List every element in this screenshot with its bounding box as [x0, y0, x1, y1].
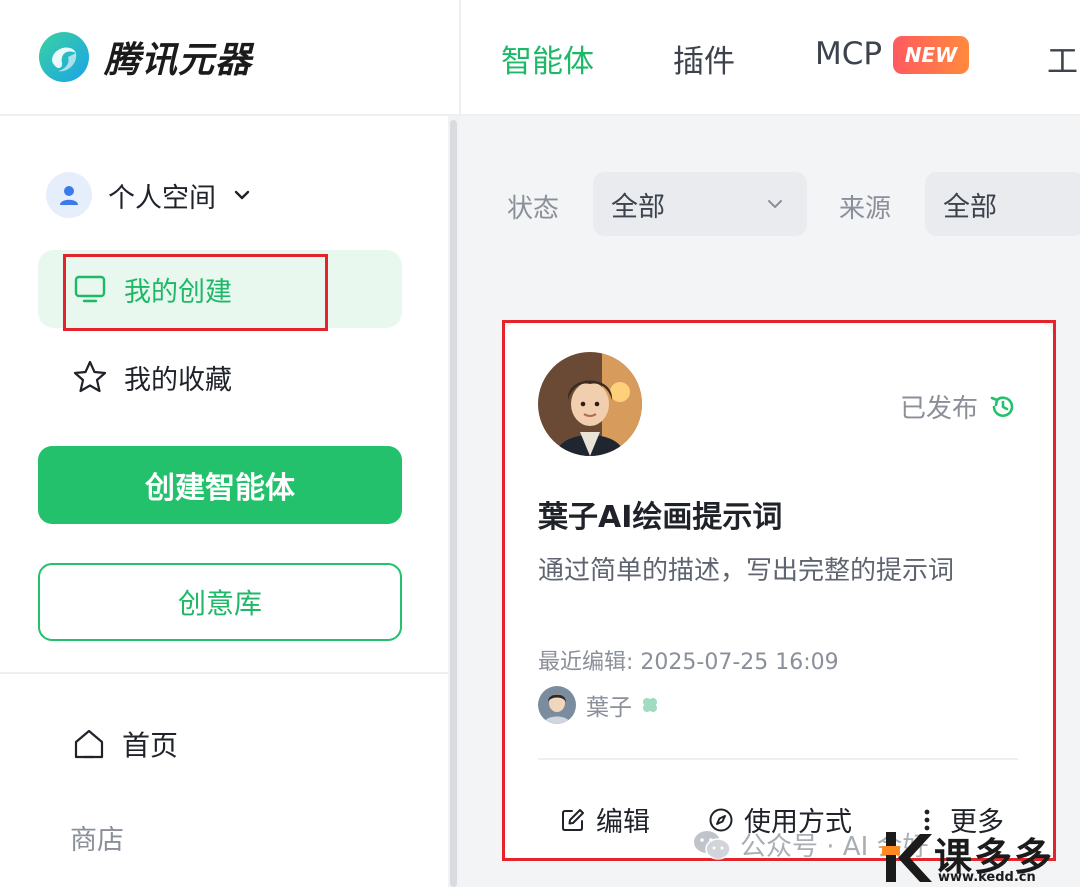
user-avatar: [46, 172, 92, 218]
tab-mcp[interactable]: MCP: [815, 36, 882, 72]
source-filter-label: 来源: [839, 194, 892, 224]
brand-name: 腾讯元器: [104, 40, 253, 81]
status-text: 已发布: [899, 394, 978, 424]
create-agent-button[interactable]: 创建智能体: [38, 446, 402, 524]
agent-avatar: [538, 352, 642, 456]
kedd-logo-url: www.kedd.cn: [938, 870, 1036, 885]
edit-button[interactable]: 编辑: [560, 800, 650, 839]
sidebar: 腾讯元器 个人空间 我的创建 我的收藏 创建智能体 创意库 首页 商店: [0, 0, 459, 887]
kedd-logo-icon: [882, 832, 932, 882]
author-avatar: [538, 686, 576, 724]
tencent-yuanqi-logo-icon[interactable]: [38, 31, 90, 83]
idea-library-button[interactable]: 创意库: [38, 563, 402, 641]
status-filter-select[interactable]: 全部: [593, 172, 807, 236]
tab-tools[interactable]: 工: [1047, 36, 1078, 81]
source-filter-value: 全部: [943, 191, 997, 223]
user-icon: [60, 186, 78, 205]
sidebar-item-my-creations[interactable]: 我的创建: [38, 250, 402, 328]
tab-plugins[interactable]: 插件: [673, 36, 735, 81]
sidebar-divider: [0, 672, 448, 674]
sidebar-scrollbar[interactable]: [450, 120, 457, 887]
home-icon: [74, 729, 104, 759]
top-nav: 智能体 插件 MCP NEW 工: [459, 0, 1080, 116]
publish-status: 已发布: [900, 388, 1018, 425]
sidebar-item-label: 我的创建: [124, 276, 232, 308]
source-filter-select[interactable]: 全部: [925, 172, 1080, 236]
sidebar-item-my-favorites[interactable]: 我的收藏: [38, 338, 402, 416]
sidebar-item-home[interactable]: 首页: [72, 724, 178, 764]
agent-author: 葉子: [538, 686, 660, 724]
wechat-icon: [694, 830, 731, 860]
chevron-down-icon: [768, 200, 782, 208]
clover-icon: [643, 698, 657, 712]
agent-card[interactable]: 已发布 葉子AI绘画提示词 通过简单的描述，写出完整的提示词 最近编辑: 202…: [502, 322, 1054, 862]
edit-icon: [562, 808, 584, 831]
space-switcher[interactable]: 个人空间: [46, 172, 252, 218]
status-filter-value: 全部: [611, 191, 665, 223]
filter-bar: 状态 全部 来源 全部: [459, 172, 1080, 236]
author-name: 葉子: [586, 695, 632, 721]
status-filter-label: 状态: [507, 194, 560, 224]
history-icon[interactable]: [988, 392, 1018, 422]
chevron-down-icon: [234, 190, 250, 200]
agent-description: 通过简单的描述，写出完整的提示词: [538, 556, 955, 586]
new-badge: NEW: [893, 36, 969, 74]
sidebar-item-label: 首页: [122, 729, 179, 762]
sidebar-item-shop[interactable]: 商店: [70, 818, 124, 857]
edit-label: 编辑: [596, 807, 650, 838]
monitor-icon: [72, 271, 108, 307]
space-label: 个人空间: [108, 182, 216, 214]
app-window: 腾讯元器 个人空间 我的创建 我的收藏 创建智能体 创意库 首页 商店 智能体 …: [0, 0, 1080, 887]
tab-agents[interactable]: 智能体: [501, 36, 594, 81]
sidebar-item-label: 我的收藏: [124, 364, 232, 396]
agent-title: 葉子AI绘画提示词: [538, 500, 783, 535]
kedd-watermark-logo: 课多多 www.kedd.cn: [880, 826, 1080, 887]
brand-header: 腾讯元器: [0, 0, 459, 116]
last-edited: 最近编辑: 2025-07-25 16:09: [538, 650, 839, 675]
card-divider: [538, 758, 1018, 760]
star-icon: [72, 359, 108, 395]
